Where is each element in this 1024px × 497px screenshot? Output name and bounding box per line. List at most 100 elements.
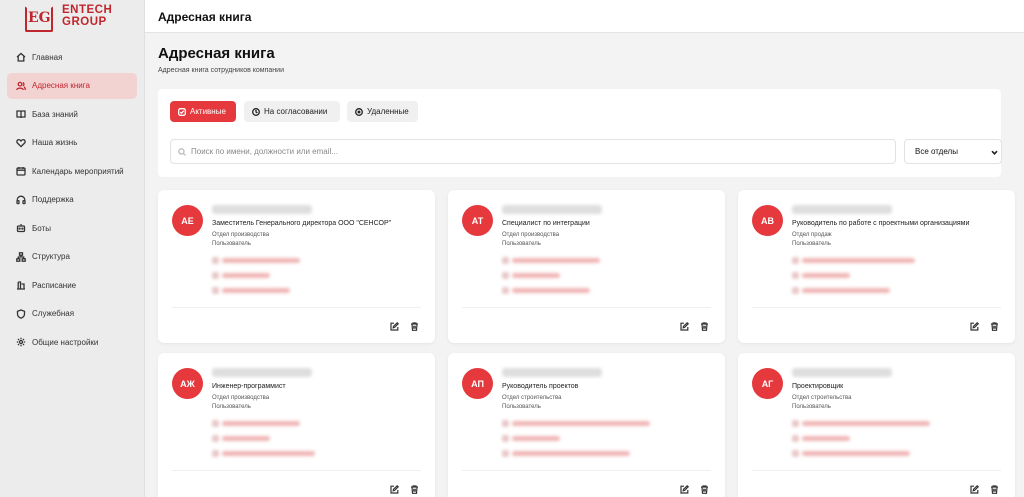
sidebar-item-label: Поддержка: [32, 195, 74, 204]
sidebar-item-events-calendar[interactable]: Календарь мероприятий: [7, 158, 137, 184]
sidebar-item-label: Адресная книга: [32, 81, 90, 90]
edit-icon: [970, 484, 980, 494]
employee-department: Отдел строительства: [792, 395, 852, 401]
employee-position: Руководитель проектов: [502, 383, 579, 390]
topbar-title: Адресная книга: [158, 10, 252, 24]
employee-name-redacted: [792, 205, 892, 214]
delete-button[interactable]: [410, 318, 420, 331]
avatar: АВ: [752, 205, 783, 236]
employee-position: Заместитель Генерального директора ООО "…: [212, 220, 392, 227]
search-input[interactable]: [191, 140, 891, 163]
phone-link-redacted[interactable]: [792, 272, 852, 279]
messenger-link-redacted[interactable]: [212, 287, 292, 294]
phone-link-redacted[interactable]: [212, 272, 272, 279]
sidebar-item-home[interactable]: Главная: [7, 44, 137, 70]
sidebar-item-label: Наша жизнь: [32, 138, 78, 147]
trash-icon: [701, 485, 708, 494]
email-link-redacted[interactable]: [212, 420, 302, 427]
sidebar-item-support[interactable]: Поддержка: [7, 187, 137, 213]
employee-role: Пользователь: [212, 404, 251, 410]
email-link-redacted[interactable]: [792, 257, 917, 264]
delete-button[interactable]: [990, 481, 1000, 494]
bot-icon: [16, 223, 26, 233]
main-content: Адресная книга Адресная книга сотруднико…: [145, 33, 1024, 497]
sidebar-item-label: Структура: [32, 252, 70, 261]
tab-active[interactable]: Активные: [170, 101, 236, 122]
employee-role: Пользователь: [792, 241, 831, 247]
phone-link-redacted[interactable]: [792, 435, 852, 442]
page-title: Адресная книга: [158, 45, 275, 62]
messenger-link-redacted[interactable]: [502, 287, 592, 294]
company-logo[interactable]: EG ENTECH GROUP: [22, 4, 132, 32]
employee-role: Пользователь: [212, 241, 251, 247]
card-divider: [462, 307, 711, 308]
trash-icon: [701, 322, 708, 331]
phone-link-redacted[interactable]: [502, 435, 562, 442]
book-icon: [16, 109, 26, 119]
calendar-icon: [16, 166, 26, 176]
edit-button[interactable]: [680, 481, 690, 494]
x-circle-icon: [355, 107, 363, 116]
edit-icon: [680, 321, 690, 331]
edit-button[interactable]: [390, 481, 400, 494]
schedule-icon: [16, 280, 26, 290]
messenger-link-redacted[interactable]: [502, 450, 632, 457]
edit-button[interactable]: [970, 481, 980, 494]
messenger-link-redacted[interactable]: [792, 287, 892, 294]
trash-icon: [411, 485, 418, 494]
sidebar-item-structure[interactable]: Структура: [7, 244, 137, 270]
sidebar-item-general-settings[interactable]: Общие настройки: [7, 329, 137, 355]
edit-button[interactable]: [970, 318, 980, 331]
tab-pending[interactable]: На согласовании: [244, 101, 340, 122]
tab-label: Удаленные: [367, 107, 409, 116]
shield-icon: [16, 308, 26, 319]
edit-button[interactable]: [680, 318, 690, 331]
sidebar-item-service[interactable]: Служебная: [7, 301, 137, 327]
logo-mark: EG: [22, 6, 53, 32]
trash-icon: [411, 322, 418, 331]
page-subtitle: Адресная книга сотрудников компании: [158, 67, 284, 74]
employee-name-redacted: [502, 368, 602, 377]
delete-button[interactable]: [700, 481, 710, 494]
employee-card: АТ Специалист по интеграции Отдел произв…: [448, 190, 725, 343]
avatar: АЖ: [172, 368, 203, 399]
edit-icon: [970, 321, 980, 331]
email-link-redacted[interactable]: [212, 257, 302, 264]
top-bar: Адресная книга: [145, 0, 1024, 33]
email-link-redacted[interactable]: [502, 420, 652, 427]
card-divider: [752, 307, 1001, 308]
avatar: АГ: [752, 368, 783, 399]
sidebar-item-knowledge-base[interactable]: База знаний: [7, 101, 137, 127]
email-link-redacted[interactable]: [792, 420, 932, 427]
delete-button[interactable]: [700, 318, 710, 331]
users-icon: [16, 81, 26, 91]
employee-name-redacted: [502, 205, 602, 214]
employee-department: Отдел производства: [212, 232, 270, 238]
employee-role: Пользователь: [502, 241, 541, 247]
phone-link-redacted[interactable]: [502, 272, 562, 279]
sidebar-item-address-book[interactable]: Адресная книга: [7, 72, 137, 99]
sidebar-item-schedule[interactable]: Расписание: [7, 272, 137, 298]
department-select[interactable]: Все отделы: [904, 139, 1002, 164]
trash-icon: [991, 485, 998, 494]
messenger-link-redacted[interactable]: [212, 450, 317, 457]
phone-link-redacted[interactable]: [212, 435, 272, 442]
delete-button[interactable]: [410, 481, 420, 494]
sidebar-item-our-life[interactable]: Наша жизнь: [7, 130, 137, 156]
employee-name-redacted: [792, 368, 892, 377]
employee-department: Отдел продаж: [792, 232, 832, 238]
edit-button[interactable]: [390, 318, 400, 331]
filter-panel: Активные На согласовании Удаленные Все о…: [158, 89, 1002, 177]
heart-icon: [16, 138, 26, 148]
employee-card: АГ Проектировщик Отдел строительства Пол…: [738, 353, 1015, 497]
logo-text: ENTECH GROUP: [62, 4, 113, 28]
sidebar-item-label: Главная: [32, 52, 63, 62]
delete-button[interactable]: [990, 318, 1000, 331]
sidebar-item-label: Календарь мероприятий: [32, 166, 124, 176]
sidebar: EG ENTECH GROUP Главная Адресная книга Б…: [0, 0, 145, 497]
tab-label: На согласовании: [264, 107, 328, 116]
messenger-link-redacted[interactable]: [792, 450, 912, 457]
tab-deleted[interactable]: Удаленные: [347, 101, 418, 122]
email-link-redacted[interactable]: [502, 257, 602, 264]
sidebar-item-bots[interactable]: Боты: [7, 215, 137, 241]
